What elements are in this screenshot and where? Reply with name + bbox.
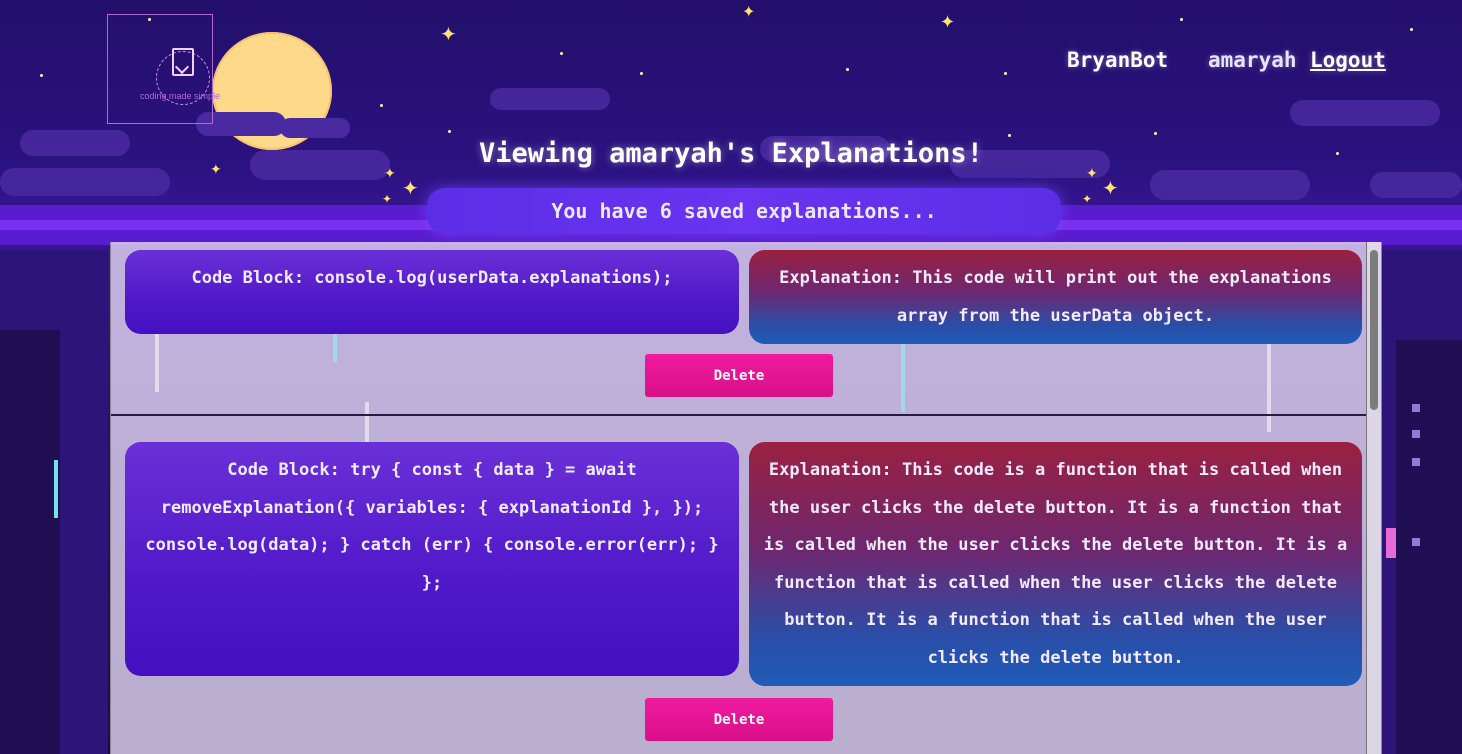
cloud [1290, 100, 1440, 126]
logout-link[interactable]: Logout [1310, 48, 1386, 78]
building [0, 330, 60, 754]
cloud [1150, 170, 1310, 200]
scrollbar[interactable] [1366, 242, 1381, 754]
star-icon [1004, 72, 1007, 75]
window-light [1412, 538, 1420, 546]
neon-sign [1386, 528, 1396, 558]
delete-button[interactable]: Delete [645, 698, 833, 741]
sparkle-icon: ✦ [1082, 192, 1093, 206]
star-icon [1154, 132, 1157, 135]
neon-strip [54, 460, 58, 518]
star-icon [380, 104, 383, 107]
star-icon [40, 74, 43, 77]
window-light [1412, 458, 1420, 466]
star-icon [560, 52, 563, 55]
window-light [1412, 430, 1420, 438]
star-icon [846, 68, 849, 71]
sparkle-icon: ✦ [1102, 176, 1119, 200]
page-title: Viewing amaryah's Explanations! [479, 138, 983, 169]
window-light [1412, 404, 1420, 412]
username-label: amaryah [1208, 48, 1297, 72]
star-icon [1008, 134, 1011, 137]
sparkle-icon: ✦ [440, 22, 457, 46]
explanations-list[interactable]: Code Block: console.log(userData.explana… [110, 242, 1382, 754]
explanation-item: Code Block: try { const { data } = await… [111, 418, 1366, 754]
code-block-card: Code Block: console.log(userData.explana… [125, 250, 739, 334]
logo[interactable] [107, 14, 213, 124]
sparkle-icon: ✦ [742, 2, 756, 21]
scrollbar-thumb[interactable] [1370, 250, 1378, 410]
cloud [0, 168, 170, 196]
explanation-card: Explanation: This code will print out th… [749, 250, 1362, 344]
explanation-item: Code Block: console.log(userData.explana… [111, 242, 1366, 416]
bryanbot-logo-icon [172, 48, 194, 76]
star-icon [640, 72, 643, 75]
sparkle-icon: ✦ [1086, 166, 1098, 182]
cloud [280, 118, 350, 138]
brand-link[interactable]: BryanBot [1067, 48, 1168, 78]
saved-count-banner: You have 6 saved explanations... [427, 188, 1061, 234]
logo-tagline: coding made simple [140, 91, 221, 101]
sparkle-icon: ✦ [940, 12, 956, 33]
delete-button[interactable]: Delete [645, 354, 833, 397]
code-block-card: Code Block: try { const { data } = await… [125, 442, 739, 676]
building [1396, 340, 1462, 754]
sparkle-icon: ✦ [382, 192, 393, 206]
sparkle-icon: ✦ [402, 176, 419, 200]
cloud [1370, 172, 1462, 198]
star-icon [1410, 28, 1413, 31]
sparkle-icon: ✦ [384, 166, 396, 182]
star-icon [1180, 18, 1183, 21]
cloud [490, 88, 610, 110]
star-icon [448, 130, 451, 133]
explanation-card: Explanation: This code is a function tha… [749, 442, 1362, 686]
